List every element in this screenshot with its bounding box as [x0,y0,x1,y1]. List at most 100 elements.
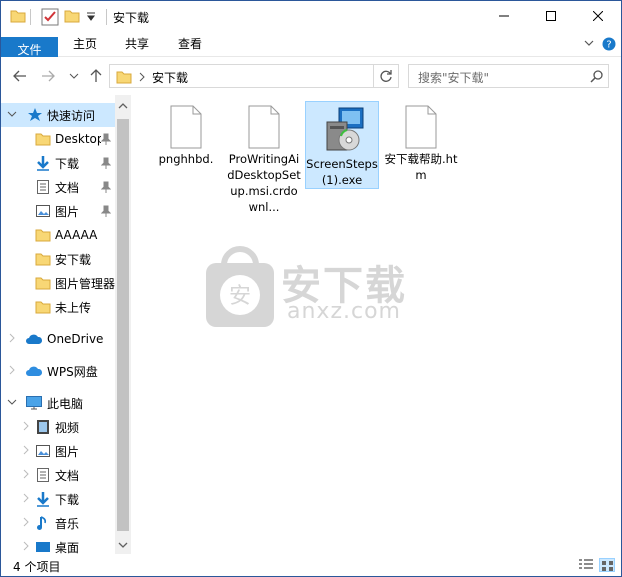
sidebar-item-music[interactable]: 音乐 [1,511,115,535]
sidebar-item-quick-access[interactable]: 快速访问 [1,103,115,127]
help-icon[interactable]: ? [602,37,616,51]
sidebar-item-anxz[interactable]: 安下载 [1,247,115,271]
sidebar-item-label: 未上传 [55,300,92,315]
file-item-selected[interactable]: ScreenSteps (1).exe [305,101,379,189]
sidebar-item-wps-drive[interactable]: WPS网盘 [1,359,115,383]
svg-text:?: ? [606,40,611,51]
chevron-down-icon [118,542,128,548]
chevron-down-icon[interactable] [7,109,17,119]
breadcrumb-current[interactable]: 安下载 [152,69,188,86]
tab-share[interactable]: 共享 [115,31,159,57]
document-icon [37,180,49,194]
sidebar-item-aaaaa[interactable]: AAAAA [1,223,115,247]
sidebar-item-label: WPS网盘 [47,364,98,379]
sidebar-item-not-uploaded[interactable]: 未上传 [1,295,115,319]
chevron-right-icon[interactable] [7,333,17,343]
installer-icon [326,107,364,151]
title-bar: 安下载 [1,1,621,31]
chevron-right-icon[interactable] [21,517,31,527]
chevron-right-icon[interactable] [21,541,31,551]
sidebar-item-onedrive[interactable]: OneDrive [1,327,115,351]
picture-icon [36,445,50,457]
chevron-right-icon[interactable] [21,469,31,479]
star-icon [28,108,42,121]
search-input[interactable]: 搜索"安下载" [408,64,609,88]
search-icon[interactable] [590,70,603,83]
sidebar-item-desktop[interactable]: Desktop [1,127,115,151]
large-icons-view-icon[interactable] [599,558,615,572]
details-view-icon[interactable] [578,558,594,572]
expand-ribbon-icon[interactable] [583,37,595,49]
refresh-icon [380,70,392,82]
blank-file-icon [405,105,437,149]
refresh-button[interactable] [374,64,399,88]
scrollbar-thumb[interactable] [117,119,129,531]
arrow-left-icon [13,70,26,82]
folder-icon [10,10,26,23]
pin-icon[interactable] [101,181,111,193]
recent-locations-button[interactable] [65,67,83,85]
item-count: 4 个项目 [13,560,61,574]
blank-file-icon [248,105,280,149]
file-item[interactable]: ProWritingAidDesktopSetup.msi.crdownl... [227,101,301,215]
file-item[interactable]: pnghhbd. [149,101,223,167]
scroll-down-button[interactable] [118,540,128,550]
maximize-button[interactable] [528,1,574,31]
sidebar-item-label: 此电脑 [47,396,84,411]
document-icon [37,468,49,482]
sidebar-item-downloads[interactable]: 下载 [1,151,115,175]
new-folder-icon[interactable] [64,8,80,24]
sidebar-item-videos[interactable]: 视频 [1,415,115,439]
sidebar-item-pictures-pc[interactable]: 图片 [1,439,115,463]
close-button[interactable] [575,1,621,31]
sidebar-item-pictures[interactable]: 图片 [1,199,115,223]
back-button[interactable] [11,67,29,85]
pin-icon[interactable] [101,205,111,217]
explorer-window: 安下载 文件 主页 共享 查看 ? 安下载 搜索"安下载" 快速访问 Deskt… [0,0,622,577]
navigation-pane: 快速访问 Desktop 下载 文档 图片 AAAAA 安下载 图片管理器 未上… [1,95,131,554]
address-row: 安下载 搜索"安下载" [1,57,621,95]
sidebar-item-label: 文档 [55,468,80,483]
sidebar-item-documents-pc[interactable]: 文档 [1,463,115,487]
sidebar-item-label: 桌面 [55,540,80,555]
folder-icon [35,133,51,146]
sidebar-item-label: 安下载 [55,252,92,267]
file-item[interactable]: 安下载帮助.htm [384,101,458,183]
up-button[interactable] [87,67,105,85]
sidebar-item-label: AAAAA [55,228,98,242]
pin-icon[interactable] [101,133,111,145]
forward-button[interactable] [39,67,57,85]
tab-view[interactable]: 查看 [168,31,212,57]
sidebar-item-label: 视频 [55,420,80,435]
sidebar-item-downloads-pc[interactable]: 下载 [1,487,115,511]
chevron-down-icon[interactable] [7,397,17,407]
chevron-down-icon [69,73,79,79]
chevron-right-icon[interactable] [7,365,17,375]
sidebar-item-desktop-pc[interactable]: 桌面 [1,535,115,554]
blank-file-icon [170,105,202,149]
properties-icon[interactable] [41,8,59,26]
scroll-up-button[interactable] [118,101,128,111]
breadcrumb-chevron-icon[interactable] [138,72,146,82]
sidebar-item-documents[interactable]: 文档 [1,175,115,199]
chevron-right-icon[interactable] [21,421,31,431]
tab-home[interactable]: 主页 [63,31,107,57]
desktop-icon [36,542,50,552]
pin-icon[interactable] [101,157,111,169]
address-bar[interactable]: 安下载 [109,64,374,88]
maximize-icon [546,11,556,21]
customize-dropdown-icon[interactable] [86,12,96,22]
sidebar-item-picture-manager[interactable]: 图片管理器 [1,271,115,295]
computer-icon [26,396,42,410]
sidebar-scrollbar[interactable] [115,95,131,554]
sidebar-item-label: 快速访问 [47,108,96,123]
file-name: 安下载帮助.htm [384,152,458,182]
minimize-button[interactable] [481,1,527,31]
title-separator [106,9,107,25]
chevron-right-icon[interactable] [21,445,31,455]
sidebar-item-this-pc[interactable]: 此电脑 [1,391,115,415]
picture-icon [36,205,50,217]
download-icon [37,156,49,171]
title-divider [30,9,31,25]
chevron-right-icon[interactable] [21,493,31,503]
